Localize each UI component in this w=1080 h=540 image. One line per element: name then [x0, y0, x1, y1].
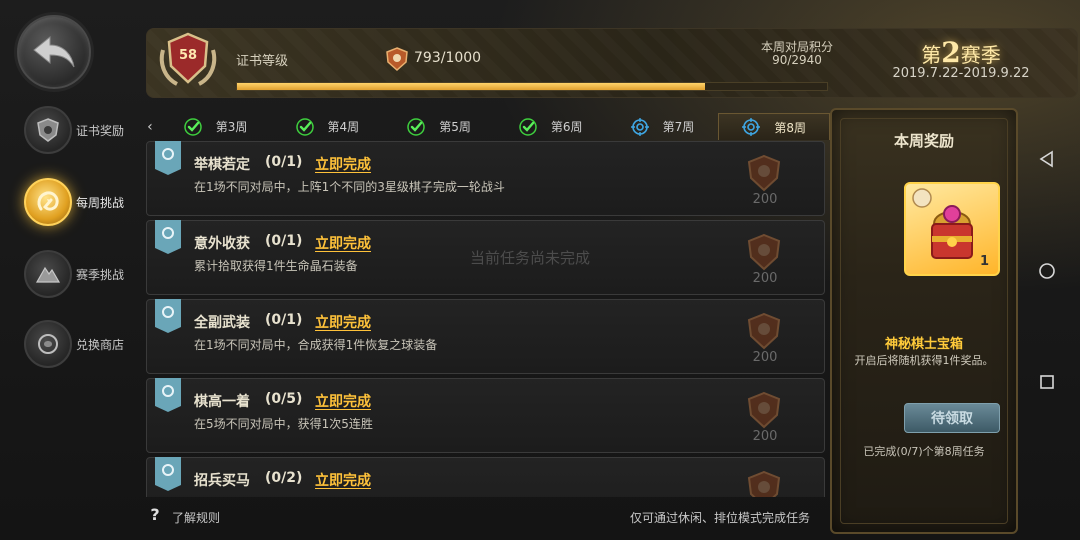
back-button[interactable] [17, 15, 91, 89]
level-badge: 58 [155, 30, 221, 94]
task-desc: 累计拾取获得1件生命晶石装备 [194, 259, 358, 273]
incomplete-toast: 当前任务尚未完成 [470, 249, 591, 267]
complete-now-link[interactable]: 立即完成 [315, 391, 371, 411]
mountain-icon [24, 250, 72, 298]
task-desc: 在1场不同对局中，合成获得1件恢复之球装备 [194, 338, 438, 352]
reward-points-icon [747, 391, 781, 429]
circle-home-icon [1039, 263, 1055, 279]
task-row[interactable]: 招兵买马 (0/2) 立即完成 [146, 457, 825, 497]
tab-week-7[interactable]: 第7周 [607, 113, 719, 140]
task-reward-value: 200 [752, 192, 778, 207]
complete-now-link[interactable]: 立即完成 [315, 233, 371, 253]
reward-points-icon [747, 312, 781, 350]
system-back-button[interactable] [1034, 146, 1060, 172]
shield-icon [24, 106, 72, 154]
nav-label: 赛季挑战 [76, 267, 125, 282]
reward-points-icon [747, 154, 781, 192]
system-recents-button[interactable] [1034, 369, 1060, 395]
task-reward-value: 200 [752, 429, 778, 444]
mode-note: 仅可通过休闲、排位模式完成任务 [630, 511, 811, 525]
points-icon [384, 46, 410, 72]
nav-item-season-challenge[interactable]: 赛季挑战 [24, 246, 144, 302]
target-icon [630, 117, 649, 136]
task-ribbon-icon [155, 299, 181, 333]
task-row[interactable]: 全副武装 (0/1) 立即完成 在1场不同对局中，合成获得1件恢复之球装备 20… [146, 299, 825, 374]
task-ribbon-icon [155, 141, 181, 175]
task-title: 招兵买马 [194, 473, 250, 489]
task-title: 举棋若定 [194, 157, 250, 173]
task-row[interactable]: 棋高一着 (0/5) 立即完成 在5场不同对局中，获得1次5连胜 200 [146, 378, 825, 453]
completion-note: 已完成(0/7)个第8周任务 [863, 445, 985, 458]
complete-now-link[interactable]: 立即完成 [315, 470, 371, 490]
task-list[interactable]: 举棋若定 (0/1) 立即完成 在1场不同对局中，上阵1个不同的3星级棋子完成一… [146, 141, 826, 497]
task-progress: (0/1) [265, 312, 303, 328]
week-score-value: 90/2940 [772, 53, 822, 67]
reward-item-name: 神秘棋士宝箱 [884, 337, 963, 352]
nav-label: 每周挑战 [76, 195, 125, 210]
challenge-icon [24, 178, 72, 226]
task-ribbon-icon [155, 457, 181, 491]
reward-points-icon [747, 470, 781, 497]
task-desc: 在1场不同对局中，上阵1个不同的3星级棋子完成一轮战斗 [194, 180, 505, 194]
season-dates: 2019.7.22-2019.9.22 [892, 66, 1030, 81]
task-title: 全副武装 [194, 315, 250, 331]
target-icon [742, 118, 761, 136]
chevron-left-icon: ‹ [147, 118, 153, 135]
reward-panel-frame [840, 118, 1008, 524]
task-title: 棋高一着 [194, 394, 250, 410]
task-progress: (0/1) [265, 154, 303, 170]
task-ribbon-icon [155, 378, 181, 412]
nav-item-cert-rewards[interactable]: 证书奖励 [24, 102, 144, 158]
task-progress: (0/5) [265, 391, 303, 407]
cert-progress-bar [236, 82, 828, 91]
task-progress: (0/2) [265, 470, 303, 486]
reward-points-icon [747, 233, 781, 271]
back-arrow-icon [33, 35, 75, 68]
help-icon[interactable]: ? [146, 506, 164, 524]
cert-level-label: 证书等级 [236, 54, 289, 69]
nav-item-weekly-challenge[interactable]: 每周挑战 [24, 174, 144, 230]
triangle-back-icon [1039, 150, 1053, 168]
reward-title: 本周奖励 [893, 132, 954, 150]
season-title: 第2赛季 [921, 36, 1001, 69]
tab-week-6[interactable]: 第6周 [495, 113, 607, 140]
tabs-prev-arrow[interactable]: ‹ [140, 113, 160, 140]
reward-item-qty: 1 [980, 254, 990, 269]
check-icon [295, 117, 314, 136]
nav-item-exchange-shop[interactable]: 兑换商店 [24, 316, 144, 372]
system-nav-bar [1034, 140, 1064, 400]
cert-points: 793/1000 [414, 50, 482, 66]
system-home-button[interactable] [1034, 258, 1060, 284]
tab-week-4[interactable]: 第4周 [271, 113, 383, 140]
check-icon [184, 117, 202, 136]
claim-button[interactable]: 待领取 [904, 403, 1000, 433]
task-reward-value: 200 [752, 350, 778, 365]
cert-progress-fill [237, 83, 705, 90]
square-recents-icon [1040, 375, 1054, 389]
week-tabs: ‹ 第3周 第4周 第5周 第6周 第7周 第8周 [140, 113, 830, 140]
complete-now-link[interactable]: 立即完成 [315, 154, 371, 174]
task-progress: (0/1) [265, 233, 303, 249]
reward-item-slot[interactable]: 1 [904, 182, 1000, 276]
season-number: 2 [941, 36, 961, 69]
nav-label: 兑换商店 [76, 337, 125, 352]
tab-week-3[interactable]: 第3周 [160, 113, 272, 140]
shop-icon [24, 320, 72, 368]
task-row[interactable]: 举棋若定 (0/1) 立即完成 在1场不同对局中，上阵1个不同的3星级棋子完成一… [146, 141, 825, 216]
check-icon [407, 117, 425, 136]
rules-link[interactable]: 了解规则 [172, 509, 220, 526]
check-icon [519, 117, 537, 136]
task-title: 意外收获 [194, 236, 250, 252]
tab-week-5[interactable]: 第5周 [383, 113, 495, 140]
task-reward-value: 200 [752, 271, 778, 286]
level-value: 58 [178, 48, 198, 63]
complete-now-link[interactable]: 立即完成 [315, 312, 371, 332]
reward-item-desc: 开启后将随机获得1件奖品。 [854, 354, 994, 367]
task-ribbon-icon [155, 220, 181, 254]
task-desc: 在5场不同对局中，获得1次5连胜 [194, 417, 373, 431]
nav-label: 证书奖励 [76, 123, 125, 138]
tab-week-8[interactable]: 第8周 [718, 113, 830, 140]
